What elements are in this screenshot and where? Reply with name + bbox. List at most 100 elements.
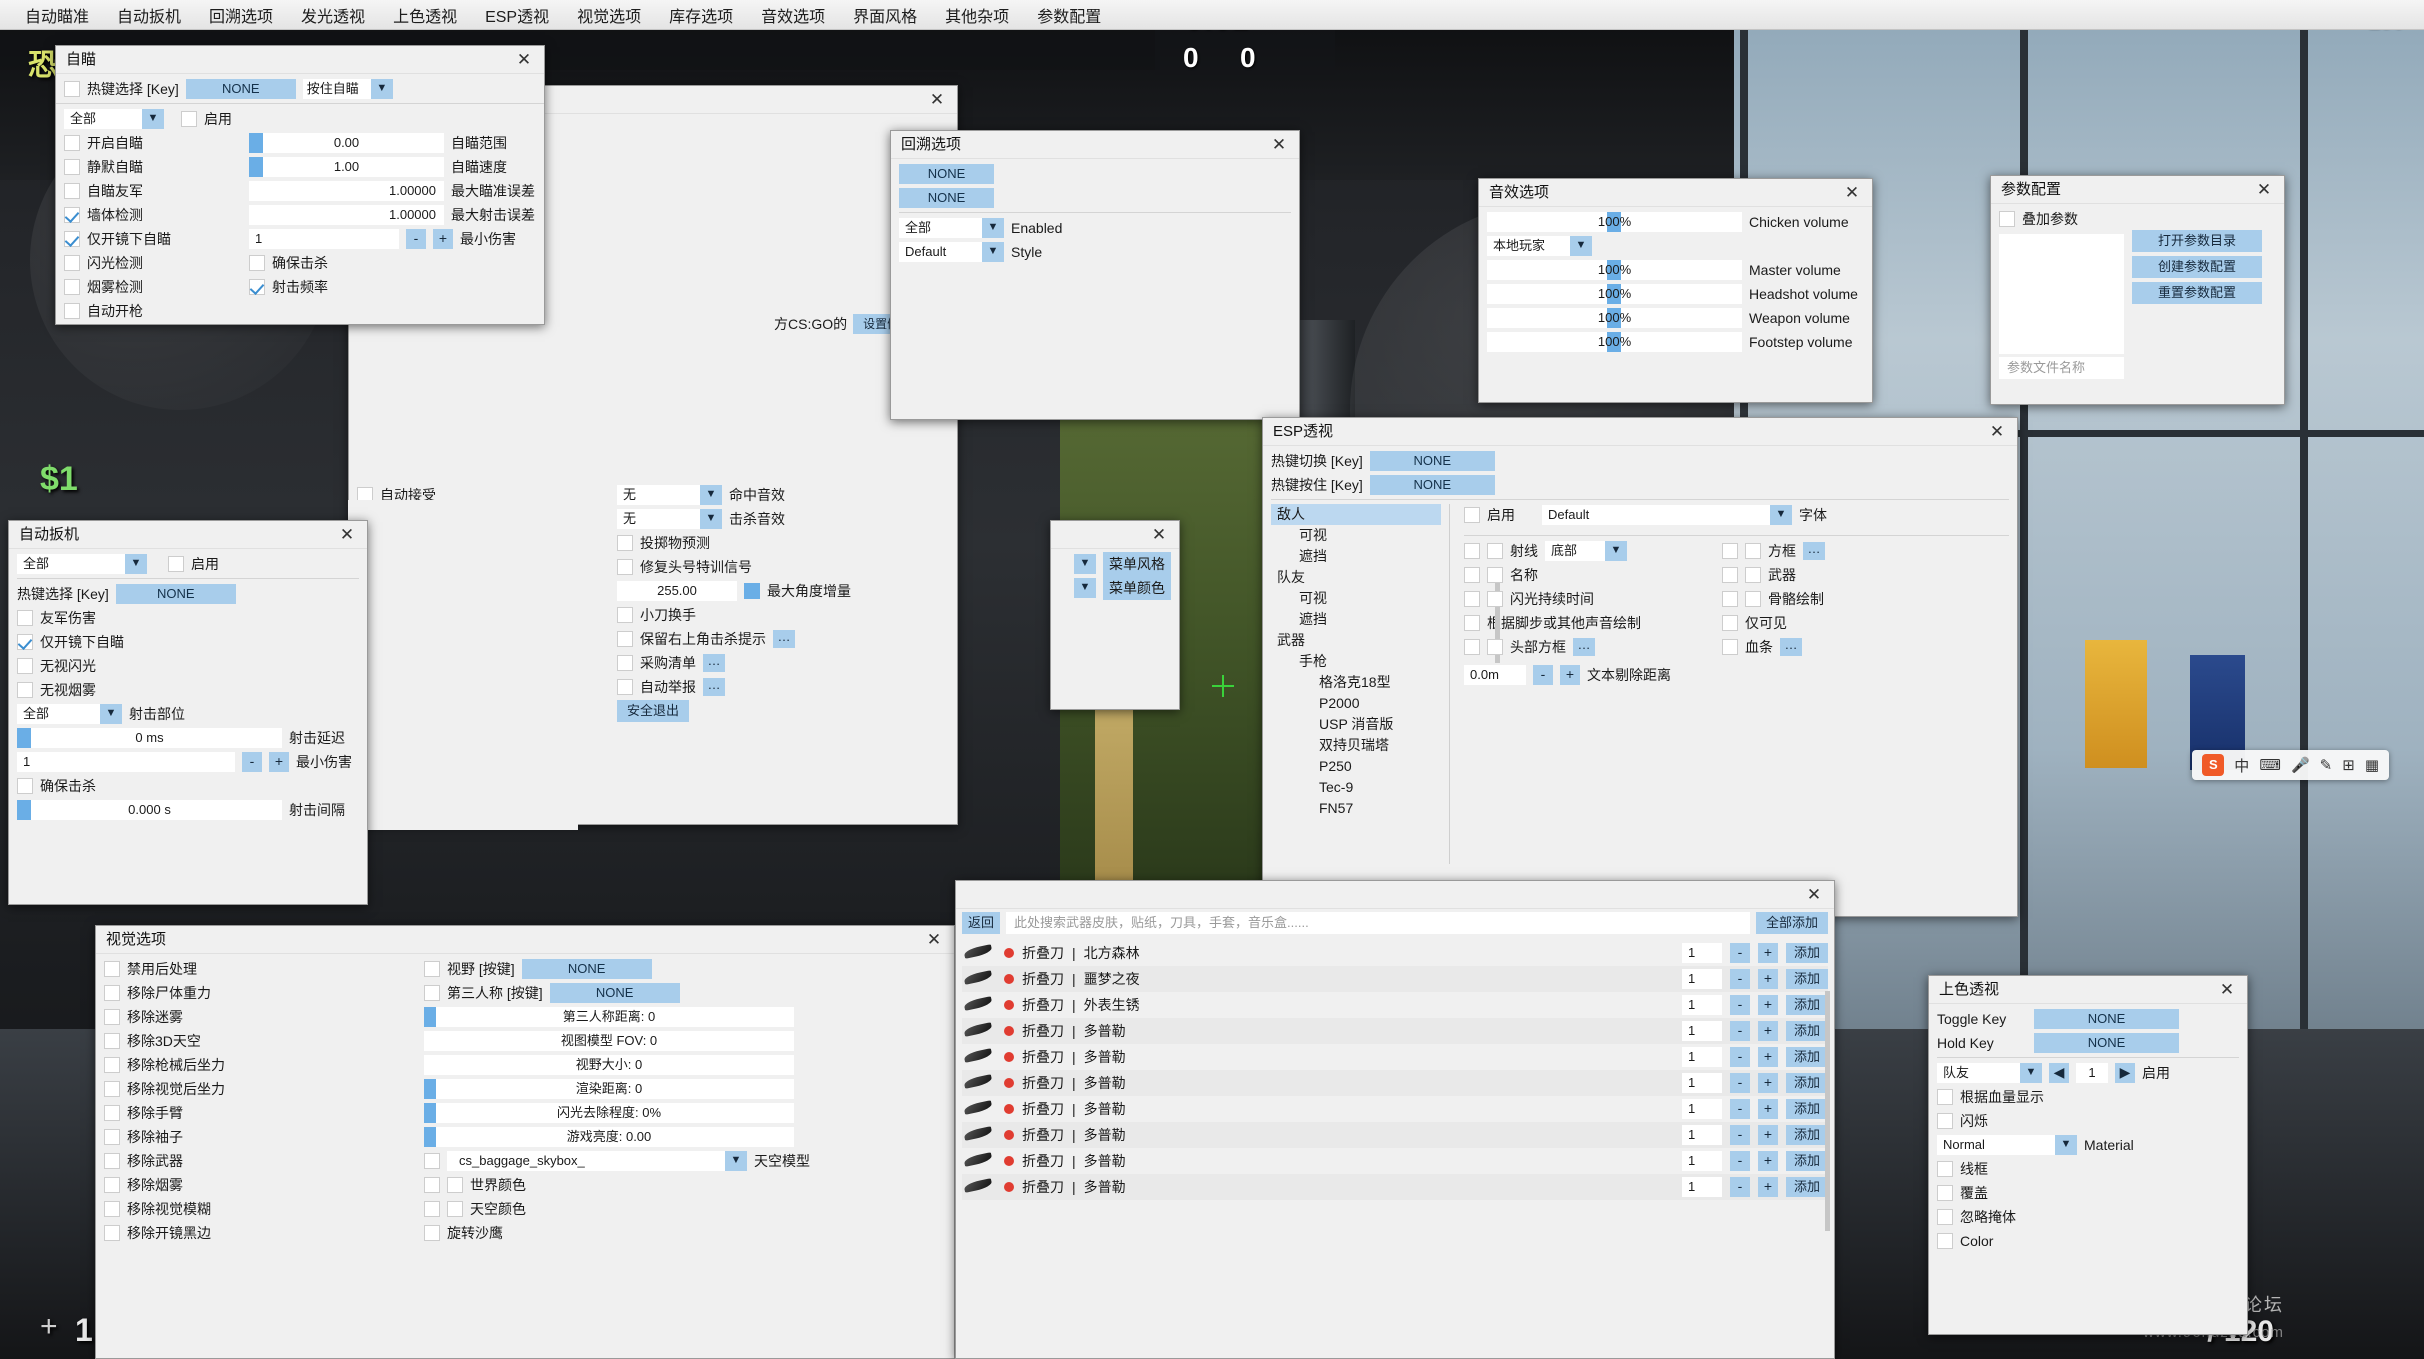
window-titlebar[interactable]: 音效选项 ✕: [1479, 179, 1872, 207]
misc-check-row[interactable]: 保留右上角击杀提示…: [617, 628, 917, 649]
audio-row[interactable]: 100% Footstep volume: [1487, 331, 1864, 352]
menu-item-sound[interactable]: 音效选项: [748, 0, 838, 31]
checkbox[interactable]: [1745, 543, 1761, 559]
esp-tree-item-dualberettas[interactable]: 双持贝瑞塔: [1271, 735, 1441, 756]
checkbox[interactable]: [104, 1105, 120, 1121]
trigger-mindamage-value[interactable]: 1: [17, 752, 235, 772]
fov-key-value[interactable]: NONE: [522, 959, 652, 979]
window-aimbot[interactable]: 自瞄 ✕ 热键选择 [Key] NONE 按住自瞄 ▼ 全部 ▼ 启用 开启自瞄: [55, 45, 545, 325]
esp-tree-item-glock18[interactable]: 格洛克18型: [1271, 672, 1441, 693]
ime-logo-icon[interactable]: S: [2202, 754, 2224, 776]
trigger-hitbox-select[interactable]: 全部 ▼: [17, 704, 122, 724]
skin-qty[interactable]: 1: [1682, 1177, 1722, 1197]
misc-check-row[interactable]: 修复头号特训信号: [617, 556, 917, 577]
safe-exit-button[interactable]: 安全退出: [617, 700, 689, 722]
chevron-down-icon[interactable]: ▼: [371, 79, 393, 99]
checkbox[interactable]: [617, 679, 633, 695]
checkbox[interactable]: [64, 303, 80, 319]
window-titlebar[interactable]: 自动扳机 ✕: [9, 521, 367, 549]
qty-minus-button[interactable]: -: [1730, 1099, 1750, 1119]
skin-list-item[interactable]: 折叠刀| 外表生锈 1 - + 添加: [962, 992, 1828, 1018]
checkbox[interactable]: [64, 135, 80, 151]
add-skin-button[interactable]: 添加: [1786, 1099, 1828, 1119]
audio-row[interactable]: 100% Weapon volume: [1487, 307, 1864, 328]
esp-tree-item-fn57[interactable]: FN57: [1271, 798, 1441, 819]
checkbox[interactable]: [617, 655, 633, 671]
window-sound[interactable]: 音效选项 ✕ 100% Chicken volume 本地玩家 ▼ 100% M…: [1478, 178, 1873, 403]
more-options-icon[interactable]: …: [1803, 542, 1825, 560]
misc-check-row[interactable]: 小刀换手: [617, 604, 917, 625]
skin-qty[interactable]: 1: [1682, 1021, 1722, 1041]
qty-plus-button[interactable]: +: [1758, 1021, 1778, 1041]
chevron-down-icon[interactable]: ▼: [1770, 505, 1792, 525]
skin-list-item[interactable]: 折叠刀| 多普勒 1 - + 添加: [962, 1018, 1828, 1044]
esp-tree-item-p250[interactable]: P250: [1271, 756, 1441, 777]
trigger-delay-slider[interactable]: 0 ms: [17, 728, 282, 748]
checkbox[interactable]: [104, 1177, 120, 1193]
window-glow[interactable]: ✕ ▼ 菜单风格 ▼ 菜单颜色: [1050, 520, 1180, 710]
skin-qty[interactable]: 1: [1682, 1073, 1722, 1093]
ime-keyboard-icon[interactable]: ⌨: [2259, 756, 2281, 774]
chevron-down-icon[interactable]: ▼: [2020, 1063, 2042, 1083]
chevron-down-icon[interactable]: ▼: [982, 218, 1004, 238]
master-volume-slider[interactable]: 100%: [1487, 260, 1742, 280]
footstep-volume-slider[interactable]: 100%: [1487, 332, 1742, 352]
add-skin-button[interactable]: 添加: [1786, 943, 1828, 963]
checkbox[interactable]: [1464, 543, 1480, 559]
checkbox[interactable]: [64, 231, 80, 247]
menu-item-aimbot[interactable]: 自动瞄准: [12, 0, 102, 31]
window-titlebar[interactable]: ESP透视 ✕: [1263, 418, 2017, 446]
audio-scope-select[interactable]: 本地玩家 ▼: [1487, 236, 1592, 256]
slider-handle[interactable]: [744, 583, 760, 599]
glow-menu-style-label[interactable]: 菜单风格: [1103, 552, 1171, 576]
skin-qty[interactable]: 1: [1682, 1099, 1722, 1119]
esp-tree-item-tec9[interactable]: Tec-9: [1271, 777, 1441, 798]
aim-fov-slider[interactable]: 0.00: [249, 133, 444, 153]
more-options-icon[interactable]: …: [703, 654, 725, 672]
window-config[interactable]: 参数配置 ✕ 叠加参数 参数文件名称 打开参数目录 创建参数配置 重置参数配置: [1990, 175, 2285, 405]
overlay-params-checkbox[interactable]: [1999, 211, 2015, 227]
trigger-mindamage-plus-button[interactable]: +: [269, 752, 289, 772]
chevron-down-icon[interactable]: ▼: [100, 704, 122, 724]
esp-tracer-position-select[interactable]: 底部 ▼: [1545, 541, 1627, 561]
checkbox[interactable]: [1937, 1161, 1953, 1177]
more-options-icon[interactable]: …: [1573, 638, 1595, 656]
audio-row[interactable]: 100% Master volume: [1487, 259, 1864, 280]
aimbot-weapon-group-select[interactable]: 全部 ▼: [64, 109, 164, 129]
close-icon[interactable]: ✕: [924, 926, 944, 954]
checkbox[interactable]: [447, 1177, 463, 1193]
chevron-down-icon[interactable]: ▼: [1074, 578, 1096, 598]
aimbot-enable-checkbox[interactable]: [181, 111, 197, 127]
create-config-button[interactable]: 创建参数配置: [2132, 256, 2262, 278]
trigger-group-select[interactable]: 全部 ▼: [17, 554, 147, 574]
back-button[interactable]: 返回: [962, 912, 1000, 934]
weapon-volume-slider[interactable]: 100%: [1487, 308, 1742, 328]
checkbox[interactable]: [424, 1177, 440, 1193]
qty-plus-button[interactable]: +: [1758, 969, 1778, 989]
chams-team-select[interactable]: 队友 ▼: [1937, 1063, 2042, 1083]
menubar[interactable]: 自动瞄准 自动扳机 回溯选项 发光透视 上色透视 ESP透视 视觉选项 库存选项…: [0, 0, 2424, 30]
checkbox[interactable]: [1487, 591, 1503, 607]
checkbox[interactable]: [1464, 567, 1480, 583]
qty-minus-button[interactable]: -: [1730, 943, 1750, 963]
esp-toggle-key-value[interactable]: NONE: [1370, 451, 1495, 471]
checkbox[interactable]: [1464, 639, 1480, 655]
checkbox[interactable]: [1937, 1185, 1953, 1201]
chevron-down-icon[interactable]: ▼: [700, 509, 722, 529]
qty-plus-button[interactable]: +: [1758, 1151, 1778, 1171]
esp-enable-checkbox[interactable]: [1464, 507, 1480, 523]
checkbox[interactable]: [424, 1225, 440, 1241]
checkbox[interactable]: [1722, 615, 1738, 631]
checkbox[interactable]: [1745, 591, 1761, 607]
game-brightness-slider[interactable]: 游戏亮度: 0.00: [424, 1127, 794, 1147]
misc-check-row[interactable]: 自动举报…: [617, 676, 917, 697]
close-icon[interactable]: ✕: [1269, 131, 1289, 159]
checkbox[interactable]: [104, 961, 120, 977]
audio-row[interactable]: 100% Chicken volume: [1487, 211, 1864, 232]
menu-item-backtrack[interactable]: 回溯选项: [196, 0, 286, 31]
max-shoot-error-value[interactable]: 1.00000: [249, 205, 444, 225]
qty-plus-button[interactable]: +: [1758, 995, 1778, 1015]
trigger-interval-slider[interactable]: 0.000 s: [17, 800, 282, 820]
config-file-list[interactable]: [1999, 234, 2124, 354]
qty-minus-button[interactable]: -: [1730, 1177, 1750, 1197]
